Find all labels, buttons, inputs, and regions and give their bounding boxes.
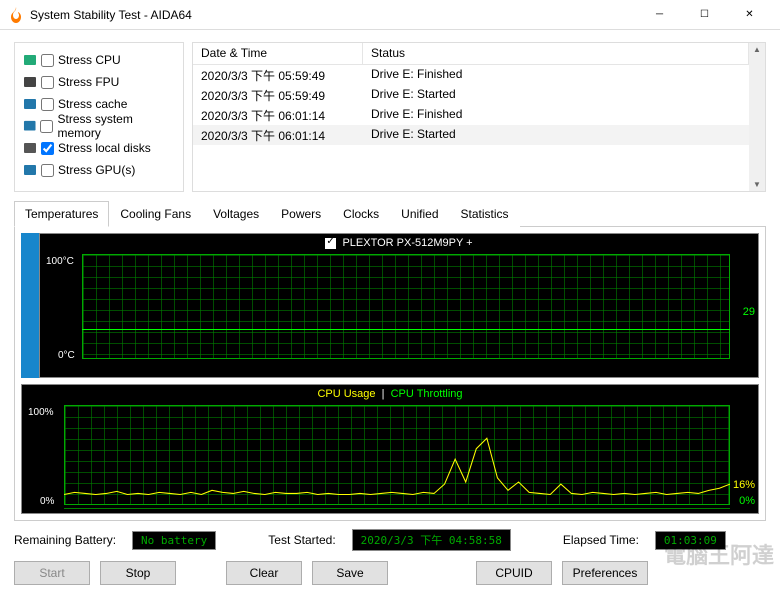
device-checkbox[interactable] — [325, 238, 336, 249]
button-row: Start Stop Clear Save CPUID Preferences — [14, 561, 766, 585]
clear-button[interactable]: Clear — [226, 561, 302, 585]
log-row[interactable]: 2020/3/3 下午 06:01:14Drive E: Finished — [193, 105, 749, 125]
tab-clocks[interactable]: Clocks — [332, 201, 390, 227]
tab-unified[interactable]: Unified — [390, 201, 449, 227]
stress-checkbox[interactable] — [41, 54, 54, 67]
tab-powers[interactable]: Powers — [270, 201, 332, 227]
log-body: 2020/3/3 下午 05:59:49Drive E: Finished202… — [193, 65, 749, 145]
cpu-usage-line — [64, 405, 730, 509]
scroll-down-icon[interactable]: ▼ — [753, 180, 761, 189]
col-status[interactable]: Status — [363, 43, 749, 64]
log-datetime: 2020/3/3 下午 06:01:14 — [193, 105, 363, 125]
battery-value: No battery — [132, 531, 216, 550]
elapsed-value: 01:03:09 — [655, 531, 726, 550]
cpu-throttling-value: 0% — [739, 495, 755, 507]
device-icon — [23, 141, 37, 155]
stress-option: Stress CPU — [23, 49, 175, 71]
temperature-chart: PLEXTOR PX-512M9PY + 100°C 0°C 29 — [39, 233, 759, 378]
cpu-throttling-label: CPU Throttling — [391, 388, 463, 400]
log-datetime: 2020/3/3 下午 05:59:49 — [193, 85, 363, 105]
col-datetime[interactable]: Date & Time — [193, 43, 363, 64]
stress-checkbox[interactable] — [41, 76, 54, 89]
maximize-button[interactable]: ☐ — [682, 0, 727, 30]
stress-checkbox[interactable] — [40, 120, 53, 133]
stress-label: Stress FPU — [58, 75, 119, 89]
log-status: Drive E: Finished — [363, 105, 749, 125]
flame-icon — [8, 7, 24, 23]
stress-label: Stress system memory — [57, 112, 175, 140]
chart2-title: CPU Usage | CPU Throttling — [22, 388, 758, 400]
chart1-selector-strip[interactable] — [21, 233, 39, 378]
cpu-chart: CPU Usage | CPU Throttling 100% 0% 16% 0… — [21, 384, 759, 514]
stress-checkbox[interactable] — [41, 98, 54, 111]
stress-label: Stress GPU(s) — [58, 163, 135, 177]
tab-statistics[interactable]: Statistics — [450, 201, 520, 227]
window-title: System Stability Test - AIDA64 — [30, 8, 637, 22]
stress-checkbox[interactable] — [41, 142, 54, 155]
stress-option: Stress FPU — [23, 71, 175, 93]
log-datetime: 2020/3/3 下午 06:01:14 — [193, 125, 363, 145]
stop-button[interactable]: Stop — [100, 561, 176, 585]
save-button[interactable]: Save — [312, 561, 388, 585]
content-area: Stress CPU Stress FPU Stress cache Stres… — [0, 30, 780, 593]
log-status: Drive E: Finished — [363, 65, 749, 85]
stress-option: Stress GPU(s) — [23, 159, 175, 181]
tab-temperatures[interactable]: Temperatures — [14, 201, 109, 227]
stress-option: Stress local disks — [23, 137, 175, 159]
cpu-usage-label: CPU Usage — [317, 388, 375, 400]
stress-label: Stress CPU — [58, 53, 121, 67]
stress-label: Stress local disks — [58, 141, 151, 155]
preferences-button[interactable]: Preferences — [562, 561, 648, 585]
log-header: Date & Time Status — [193, 43, 749, 65]
log-row[interactable]: 2020/3/3 下午 05:59:49Drive E: Started — [193, 85, 749, 105]
temperature-line — [82, 329, 730, 330]
stress-checkbox[interactable] — [41, 164, 54, 177]
log-row[interactable]: 2020/3/3 下午 06:01:14Drive E: Started — [193, 125, 749, 145]
start-button[interactable]: Start — [14, 561, 90, 585]
tab-cooling-fans[interactable]: Cooling Fans — [109, 201, 202, 227]
chart1-title: PLEXTOR PX-512M9PY + — [40, 237, 758, 249]
log-row[interactable]: 2020/3/3 下午 05:59:49Drive E: Finished — [193, 65, 749, 85]
log-status: Drive E: Started — [363, 85, 749, 105]
scroll-up-icon[interactable]: ▲ — [753, 45, 761, 54]
chart1-ymax-label: 100°C — [46, 256, 74, 267]
scrollbar[interactable]: ▲▼ — [749, 43, 765, 191]
started-value: 2020/3/3 下午 04:58:58 — [352, 529, 511, 551]
stress-options-panel: Stress CPU Stress FPU Stress cache Stres… — [14, 42, 184, 192]
titlebar: System Stability Test - AIDA64 ─ ☐ ✕ — [0, 0, 780, 30]
chart-area: PLEXTOR PX-512M9PY + 100°C 0°C 29 CPU Us… — [14, 227, 766, 521]
stress-option: Stress system memory — [23, 115, 175, 137]
device-name: PLEXTOR PX-512M9PY + — [342, 237, 472, 249]
log-datetime: 2020/3/3 下午 05:59:49 — [193, 65, 363, 85]
tab-voltages[interactable]: Voltages — [202, 201, 270, 227]
chart1-grid — [82, 254, 730, 359]
log-status: Drive E: Started — [363, 125, 749, 145]
close-button[interactable]: ✕ — [727, 0, 772, 30]
battery-label: Remaining Battery: — [14, 533, 116, 547]
device-icon — [23, 163, 37, 177]
chart1-ymin-label: 0°C — [58, 350, 75, 361]
tabstrip: TemperaturesCooling FansVoltagesPowersCl… — [14, 200, 766, 227]
status-row: Remaining Battery: No battery Test Start… — [14, 529, 766, 551]
cpuid-button[interactable]: CPUID — [476, 561, 552, 585]
stress-label: Stress cache — [58, 97, 127, 111]
cpu-usage-value: 16% — [733, 479, 755, 491]
device-icon — [23, 119, 36, 133]
device-icon — [23, 53, 37, 67]
event-log-panel: Date & Time Status 2020/3/3 下午 05:59:49D… — [192, 42, 766, 192]
device-icon — [23, 75, 37, 89]
minimize-button[interactable]: ─ — [637, 0, 682, 30]
chart2-ymin-label: 0% — [40, 496, 54, 507]
elapsed-label: Elapsed Time: — [563, 533, 639, 547]
started-label: Test Started: — [268, 533, 335, 547]
chart2-ymax-label: 100% — [28, 407, 54, 418]
device-icon — [23, 97, 37, 111]
chart2-grid — [64, 405, 730, 505]
chart1-current-value: 29 — [743, 306, 755, 318]
